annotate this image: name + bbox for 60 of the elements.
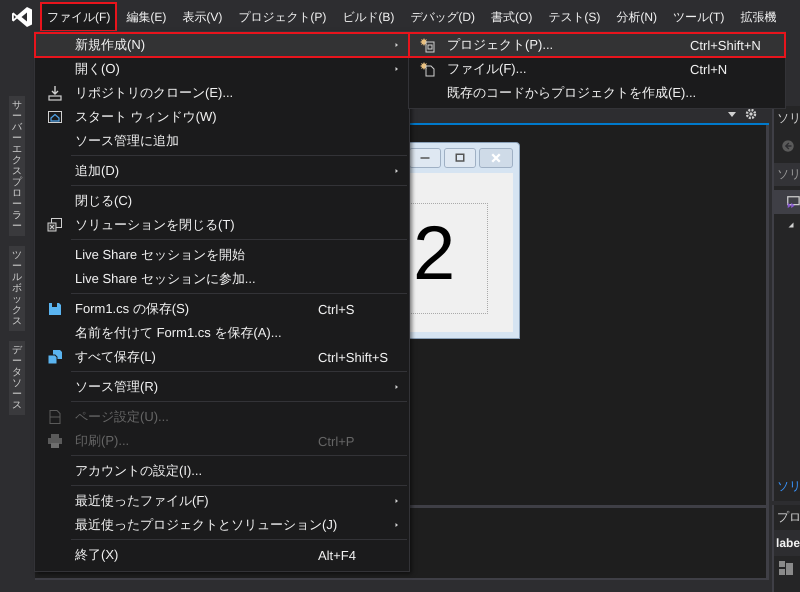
menu-item[interactable]: 名前を付けて Form1.cs を保存(A)... <box>35 321 409 345</box>
logo-icon <box>10 5 34 29</box>
menu-item[interactable]: 編集(E) <box>119 2 174 32</box>
menu-item[interactable]: デバッグ(D) <box>403 2 482 32</box>
side-tab[interactable]: データソース <box>9 341 25 415</box>
menu-item[interactable]: Live Share セッションを開始 <box>35 243 409 267</box>
side-tab[interactable]: ツールボックス <box>9 246 25 331</box>
maximize-icon <box>453 152 467 164</box>
save-all-icon <box>47 349 63 365</box>
menu-item[interactable]: リポジトリのクローン(E)... <box>35 81 409 105</box>
menu-item[interactable]: すべて保存(L) Ctrl+Shift+S <box>35 345 409 369</box>
menu-item[interactable]: 終了(X) Alt+F4 <box>35 543 409 567</box>
minimize-button[interactable] <box>409 148 441 168</box>
menu-item[interactable]: アカウントの設定(I)... <box>35 459 409 483</box>
panel-title: プロ <box>776 509 800 526</box>
menu-item[interactable]: テスト(S) <box>541 2 608 32</box>
menu-item[interactable]: ファイル(F)... Ctrl+N <box>409 57 785 81</box>
menu-item[interactable]: 追加(D) <box>35 159 409 183</box>
save-icon <box>47 301 63 317</box>
menu-item[interactable]: 新規作成(N) <box>35 33 409 57</box>
new-project-icon <box>420 37 436 53</box>
menu-item[interactable]: 分析(N) <box>609 2 664 32</box>
menu-item[interactable]: 最近使ったプロジェクトとソリューション(J) <box>35 513 409 537</box>
menu-item[interactable]: プロジェクト(P) <box>231 2 334 32</box>
menu-item[interactable]: 書式(O) <box>484 2 540 32</box>
menu-item[interactable]: ソリューションを閉じる(T) <box>35 213 409 237</box>
menu-item[interactable]: 表示(V) <box>175 2 230 32</box>
new-file-icon <box>420 61 436 77</box>
menu-item[interactable]: スタート ウィンドウ(W) <box>35 105 409 129</box>
object-name: labe <box>774 530 800 556</box>
home-window-icon <box>47 109 63 125</box>
solution-icon <box>786 194 800 210</box>
menu-item[interactable]: Live Share セッションに参加... <box>35 267 409 291</box>
back-icon <box>781 139 795 153</box>
menu-item[interactable]: ファイル(F) <box>40 2 118 32</box>
menu-item[interactable]: ビルド(B) <box>335 2 402 32</box>
menu-item[interactable]: 拡張機 <box>733 2 784 32</box>
download-icon <box>47 85 63 101</box>
menu-item[interactable]: ソース管理(R) <box>35 375 409 399</box>
search-field[interactable]: ソリ <box>774 163 800 186</box>
close-icon <box>489 152 503 164</box>
menu-item[interactable]: 開く(O) <box>35 57 409 81</box>
tree-item[interactable] <box>774 190 800 214</box>
side-tab[interactable]: サーバーエクスプローラー <box>9 96 25 236</box>
settings-icon[interactable] <box>745 108 757 120</box>
menu-item[interactable]: 既存のコードからプロジェクトを作成(E)... <box>409 81 785 105</box>
printer-icon <box>47 433 63 449</box>
close-solution-icon <box>47 217 63 233</box>
menu-item[interactable]: ツール(T) <box>666 2 732 32</box>
categorized-icon <box>778 560 794 576</box>
tab-link[interactable]: ソリ <box>774 475 800 501</box>
page-icon <box>47 409 63 425</box>
menu-item[interactable]: Form1.cs の保存(S) Ctrl+S <box>35 297 409 321</box>
expand-icon <box>786 220 796 230</box>
menu-item[interactable]: プロジェクト(P)... Ctrl+Shift+N <box>409 33 785 57</box>
menu-item[interactable]: ソース管理に追加 <box>35 129 409 153</box>
menu-item[interactable]: 最近使ったファイル(F) <box>35 489 409 513</box>
panel-title: ソリ <box>776 110 800 127</box>
menu-item[interactable]: 閉じる(C) <box>35 189 409 213</box>
maximize-button[interactable] <box>444 148 476 168</box>
